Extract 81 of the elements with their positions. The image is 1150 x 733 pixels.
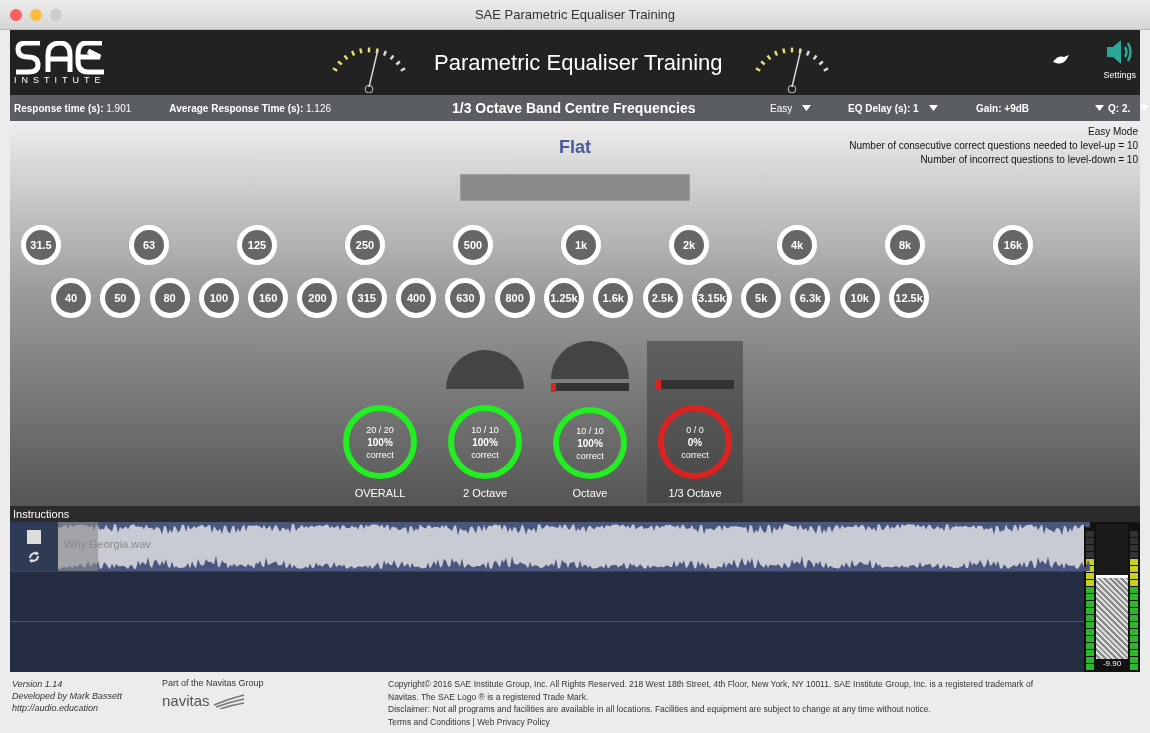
frequency-button[interactable]: 50 bbox=[100, 278, 141, 318]
caret-icon bbox=[928, 105, 938, 111]
settings-button[interactable]: Settings bbox=[1103, 38, 1136, 80]
frequency-button[interactable]: 40 bbox=[51, 278, 91, 318]
navitas-logo-text: navitas bbox=[162, 692, 210, 709]
privacy-link[interactable]: Web Privacy Policy bbox=[477, 716, 550, 727]
link-separator: | bbox=[472, 716, 475, 727]
frequency-button[interactable]: 400 bbox=[396, 278, 437, 318]
group-text: Part of the Navitas Group bbox=[162, 678, 265, 688]
score-label: Octave bbox=[572, 487, 608, 499]
terms-link[interactable]: Terms and Conditions bbox=[388, 716, 471, 727]
score-percent: 100% bbox=[472, 436, 498, 448]
score-percent: 100% bbox=[577, 437, 603, 449]
speaker-icon bbox=[1104, 38, 1135, 66]
frequency-button[interactable]: 1.6k bbox=[593, 278, 634, 318]
frequency-button[interactable]: 125 bbox=[237, 225, 277, 265]
score-caption: correct bbox=[576, 450, 604, 461]
frequency-button[interactable]: 800 bbox=[494, 278, 535, 318]
frequency-button[interactable]: 3.15k bbox=[691, 278, 732, 318]
score-count: 10 / 10 bbox=[471, 424, 499, 435]
caret-icon bbox=[1140, 105, 1150, 111]
instructions-label: Instructions bbox=[13, 508, 70, 520]
frequency-button[interactable]: 2k bbox=[669, 225, 709, 265]
frequency-button[interactable]: 250 bbox=[345, 225, 385, 265]
score-label: 2 Octave bbox=[463, 487, 507, 499]
frequency-button[interactable]: 100 bbox=[198, 278, 239, 318]
dropdown[interactable]: Easy bbox=[770, 102, 812, 114]
average-response-time: Average Response Time (s): 1.126 bbox=[168, 102, 332, 114]
frequency-button[interactable]: 80 bbox=[149, 278, 190, 318]
score-count: 10 / 10 bbox=[576, 425, 604, 436]
swoosh-icon bbox=[211, 692, 246, 709]
volume-fader[interactable] bbox=[1096, 524, 1128, 659]
logo-icon bbox=[14, 40, 106, 75]
mode-info-text: Easy Mode bbox=[1086, 125, 1138, 139]
frequency-button[interactable]: 16k bbox=[993, 225, 1033, 265]
frequency-button[interactable]: 63 bbox=[129, 225, 169, 265]
score-count: 20 / 20 bbox=[366, 424, 394, 435]
frequency-button[interactable]: 5k bbox=[741, 278, 782, 318]
stop-button[interactable] bbox=[27, 529, 41, 544]
app-title: Parametric Equaliser Training bbox=[434, 49, 723, 76]
score-percent: 0% bbox=[687, 436, 703, 448]
dropdown[interactable]: Q: 2. bbox=[1108, 102, 1150, 114]
score-label: OVERALL bbox=[354, 487, 406, 499]
caret-icon bbox=[1095, 105, 1105, 111]
loop-icon[interactable] bbox=[27, 549, 41, 564]
logo-text: INSTITUTE bbox=[14, 74, 107, 85]
copyright-text: Copyright© 2016 SAE Institute Group, Inc. All Rights Reserved. 218 West 18th Street, 4th Floor, New York, NY 10011. SAE Institute Group, Inc. is a registered trademark of Navitas. The SAE Logo ® is a registered Trade Mark. bbox=[388, 678, 1035, 703]
frequency-button[interactable]: 4k bbox=[777, 225, 817, 265]
mode-info-text: Number of consecutive correct questions needed to level-up = 10 bbox=[849, 139, 1138, 153]
score-percent: 100% bbox=[367, 436, 393, 448]
score-label: 1/3 Octave bbox=[668, 487, 722, 499]
response-time: Response time (s): 1.901 bbox=[13, 102, 132, 114]
score-caption: correct bbox=[471, 449, 499, 460]
dropdown[interactable]: Gain: +9dB bbox=[976, 102, 1105, 114]
dropdown[interactable]: EQ Delay (s): 1 bbox=[848, 102, 938, 114]
frequency-button[interactable]: 6.3k bbox=[790, 278, 831, 318]
answer-label: Flat bbox=[559, 137, 591, 157]
frequency-button[interactable]: 200 bbox=[297, 278, 338, 318]
frequency-button[interactable]: 1.25k bbox=[543, 278, 584, 318]
frequency-button[interactable]: 160 bbox=[248, 278, 289, 318]
disclaimer-text: Disclaimer: Not all programs and facilities are available in all locations. Facilities and equipment are subject to change at any time without notice. bbox=[388, 703, 932, 716]
frequency-button[interactable]: 1k bbox=[561, 225, 601, 265]
frequency-button[interactable]: 500 bbox=[453, 225, 493, 265]
frequency-button[interactable]: 12.5k bbox=[889, 278, 930, 318]
caret-icon bbox=[802, 105, 812, 111]
volume-reading: -9.90 bbox=[1101, 659, 1123, 670]
version-text: Version 1.14 bbox=[12, 678, 64, 690]
frequency-button[interactable]: 10k bbox=[839, 278, 880, 318]
frequency-button[interactable]: 2.5k bbox=[642, 278, 683, 318]
website-link[interactable]: http://audio.education bbox=[12, 702, 162, 714]
frequency-button[interactable]: 315 bbox=[346, 278, 387, 318]
score-count: 0 / 0 bbox=[686, 424, 704, 435]
window-title: SAE Parametric Equaliser Training bbox=[474, 7, 676, 22]
developer-text: Developed by Mark Bassett bbox=[12, 690, 124, 702]
frequency-button[interactable]: 8k bbox=[885, 225, 925, 265]
score-caption: correct bbox=[681, 449, 709, 460]
score-caption: correct bbox=[366, 449, 394, 460]
mode-title: 1/3 Octave Band Centre Frequencies bbox=[452, 100, 696, 116]
frequency-button[interactable]: 630 bbox=[445, 278, 486, 318]
mode-info-text: Number of incorrect questions to level-down = 10 bbox=[919, 153, 1138, 167]
frequency-button[interactable]: 31.5 bbox=[21, 225, 61, 265]
